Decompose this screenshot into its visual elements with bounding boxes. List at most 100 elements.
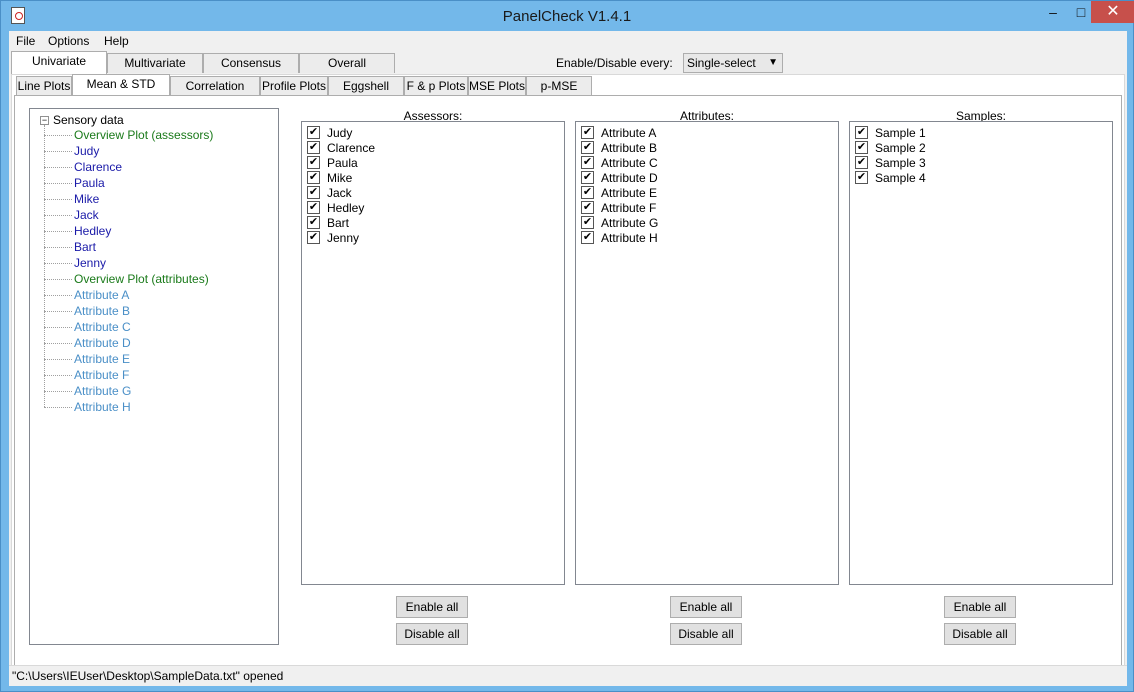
checkbox-checked-icon[interactable]: ✔	[581, 231, 594, 244]
assessors-enable-all-button[interactable]: Enable all	[396, 596, 468, 618]
tree-item-label: Attribute E	[74, 352, 131, 366]
check-item-label: Jack	[327, 186, 352, 200]
check-item-label: Attribute D	[601, 171, 658, 185]
checkbox-checked-icon[interactable]: ✔	[855, 141, 868, 154]
checkbox-checked-icon[interactable]: ✔	[581, 186, 594, 199]
tab-mean-std-plots[interactable]: Mean & STD Plots	[72, 74, 170, 109]
tree-item-label: Overview Plot (attributes)	[74, 272, 209, 286]
attributes-enable-all-button[interactable]: Enable all	[670, 596, 742, 618]
tree-item-label: Attribute H	[74, 400, 131, 414]
tab-correlation-plots[interactable]: Correlation Plots	[170, 76, 260, 111]
check-item-label: Attribute B	[601, 141, 658, 155]
check-item-label: Sample 3	[875, 156, 926, 170]
attributes-list[interactable]: ✔ Attribute A ✔ Attribute B ✔ Attribute C ✔ Att…	[575, 121, 839, 585]
univariate-panel: Line Plots Mean & STD Plots Correlation …	[11, 74, 1125, 684]
select-mode-value: Single-select	[687, 56, 756, 70]
checkbox-checked-icon[interactable]: ✔	[855, 156, 868, 169]
title-bar[interactable]: PanelCheck V1.4.1 – □ ✕	[1, 1, 1134, 31]
checkbox-checked-icon[interactable]: ✔	[855, 126, 868, 139]
assessors-disable-all-button[interactable]: Disable all	[396, 623, 468, 645]
checkbox-checked-icon[interactable]: ✔	[307, 156, 320, 169]
check-item-label: Sample 4	[875, 171, 926, 185]
client-area: File Options Help Univariate Multivariat…	[9, 31, 1127, 686]
check-item-label: Jenny	[327, 231, 360, 245]
tree-root-label: Sensory data	[53, 113, 124, 127]
tree-item-label: Mike	[74, 192, 100, 206]
samples-list[interactable]: ✔ Sample 1 ✔ Sample 2 ✔ Sample 3 ✔ Sample 4	[849, 121, 1113, 585]
checkbox-checked-icon[interactable]: ✔	[581, 141, 594, 154]
checkbox-checked-icon[interactable]: ✔	[307, 216, 320, 229]
tree-root[interactable]: − Sensory data	[40, 113, 124, 127]
enable-disable-label: Enable/Disable every:	[556, 56, 673, 70]
tab-univariate[interactable]: Univariate	[11, 51, 107, 74]
data-tree[interactable]: − Sensory data Overview Plot (assessors) J…	[29, 108, 279, 645]
checkbox-checked-icon[interactable]: ✔	[581, 171, 594, 184]
checkbox-checked-icon[interactable]: ✔	[855, 171, 868, 184]
samples-disable-all-button[interactable]: Disable all	[944, 623, 1016, 645]
check-item-label: Clarence	[327, 141, 376, 155]
check-item-label: Paula	[327, 156, 358, 170]
check-item-label: Attribute G	[601, 216, 659, 230]
mean-std-content: − Sensory data Overview Plot (assessors) J…	[14, 95, 1122, 681]
check-item-label: Sample 2	[875, 141, 926, 155]
attributes-disable-all-button[interactable]: Disable all	[670, 623, 742, 645]
tree-item-label: Attribute C	[74, 320, 131, 334]
check-item-label: Mike	[327, 171, 353, 185]
tree-item-label: Attribute G	[74, 384, 132, 398]
close-button[interactable]: ✕	[1091, 1, 1134, 23]
check-item-label: Judy	[327, 126, 353, 140]
checkbox-checked-icon[interactable]: ✔	[307, 186, 320, 199]
tab-multivariate[interactable]: Multivariate	[107, 53, 203, 73]
tree-item-label: Attribute F	[74, 368, 130, 382]
samples-enable-all-button[interactable]: Enable all	[944, 596, 1016, 618]
chevron-down-icon: ▼	[768, 57, 778, 68]
tab-profile-plots[interactable]: Profile Plots	[260, 76, 328, 95]
tab-mse-plots[interactable]: MSE Plots	[468, 76, 526, 95]
tab-consensus[interactable]: Consensus	[203, 53, 299, 73]
check-item-label: Attribute E	[601, 186, 658, 200]
tree-item-label: Clarence	[74, 160, 123, 174]
assessors-list[interactable]: ✔ Judy ✔ Clarence ✔ Paula ✔ Mike ✔ Jack ✔ Hedley ✔ Ba…	[301, 121, 565, 585]
status-bar: "C:\Users\IEUser\Desktop\SampleData.txt"…	[9, 665, 1127, 686]
tree-item-label: Attribute A	[74, 288, 130, 302]
tree-item-label: Paula	[74, 176, 105, 190]
check-item-label: Sample 1	[875, 126, 926, 140]
check-item-label: Attribute C	[601, 156, 658, 170]
check-item-label: Hedley	[327, 201, 365, 215]
tree-item-label: Jack	[74, 208, 99, 222]
tree-item-label: Jenny	[74, 256, 107, 270]
menu-bar: File Options Help	[9, 31, 1127, 51]
tree-item-label: Overview Plot (assessors)	[74, 128, 214, 142]
tree-item-label: Attribute D	[74, 336, 131, 350]
check-item-label: Bart	[327, 216, 350, 230]
checkbox-checked-icon[interactable]: ✔	[307, 171, 320, 184]
checkbox-checked-icon[interactable]: ✔	[307, 231, 320, 244]
tab-line-plots[interactable]: Line Plots	[16, 76, 72, 95]
tab-overall[interactable]: Overall	[299, 53, 395, 73]
menu-options[interactable]: Options	[48, 34, 89, 48]
tree-item-label: Attribute B	[74, 304, 131, 318]
window-title: PanelCheck V1.4.1	[502, 8, 632, 25]
tab-eggshell-plots[interactable]: Eggshell Plots	[328, 76, 404, 111]
minimize-button[interactable]: –	[1039, 1, 1067, 23]
status-text: "C:\Users\IEUser\Desktop\SampleData.txt"…	[12, 669, 284, 683]
tree-item-label: Bart	[74, 240, 97, 254]
check-item-label: Attribute A	[601, 126, 657, 140]
tab-p-mse-plots[interactable]: p-MSE Plots	[526, 76, 592, 111]
app-window: PanelCheck V1.4.1 – □ ✕ File Options Hel…	[0, 0, 1134, 692]
check-item-label: Attribute F	[601, 201, 657, 215]
menu-file[interactable]: File	[16, 34, 35, 48]
menu-help[interactable]: Help	[104, 34, 129, 48]
checkbox-checked-icon[interactable]: ✔	[581, 126, 594, 139]
checkbox-checked-icon[interactable]: ✔	[307, 141, 320, 154]
checkbox-checked-icon[interactable]: ✔	[581, 156, 594, 169]
checkbox-checked-icon[interactable]: ✔	[307, 201, 320, 214]
collapse-icon[interactable]: −	[40, 116, 49, 125]
tree-item-label: Hedley	[74, 224, 112, 238]
checkbox-checked-icon[interactable]: ✔	[307, 126, 320, 139]
select-mode-dropdown[interactable]: Single-select ▼	[683, 53, 783, 73]
tab-f-p-plots[interactable]: F & p Plots	[404, 76, 468, 95]
checkbox-checked-icon[interactable]: ✔	[581, 201, 594, 214]
checkbox-checked-icon[interactable]: ✔	[581, 216, 594, 229]
check-item-label: Attribute H	[601, 231, 658, 245]
